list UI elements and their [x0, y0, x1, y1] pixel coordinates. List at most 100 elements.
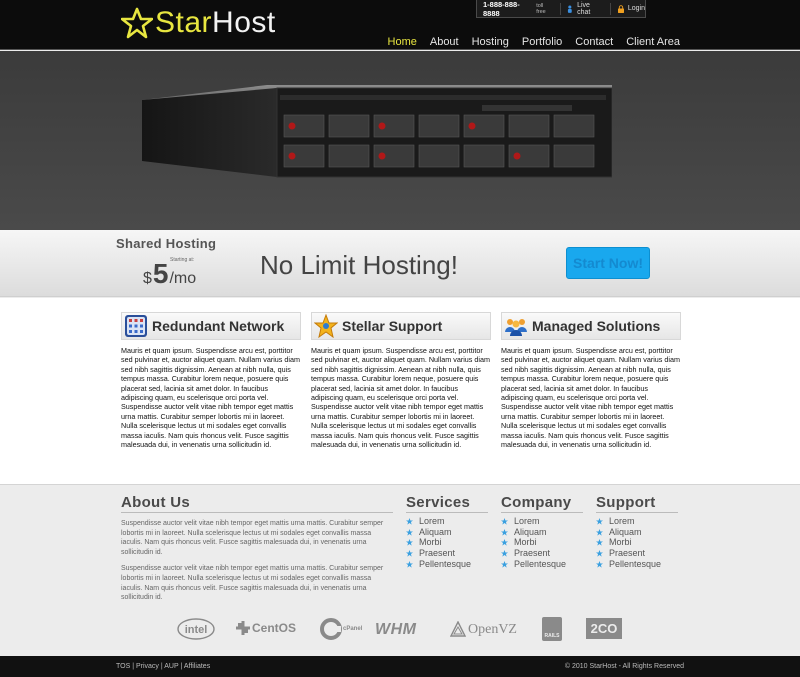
star-logo-icon	[121, 7, 153, 39]
price-period: /mo	[169, 270, 197, 287]
plan-price: $ 5 /mo	[143, 258, 196, 290]
footer-link[interactable]: Lorem	[501, 516, 583, 527]
whm-logo: WHM	[375, 621, 417, 638]
about-paragraph: Suspendisse auctor velit vitae nibh temp…	[121, 565, 384, 602]
footer-link-tos[interactable]: TOS	[116, 663, 130, 670]
column-title: Support	[596, 494, 678, 513]
footer-link[interactable]: Aliquam	[406, 527, 488, 538]
footer-link[interactable]: Aliquam	[596, 527, 678, 538]
bullet-star-icon	[596, 539, 603, 546]
bullet-star-icon	[501, 560, 508, 568]
start-now-button[interactable]: Start Now!	[566, 247, 650, 279]
footer-link-privacy[interactable]: Privacy	[136, 663, 159, 670]
footer-link[interactable]: Praesent	[501, 548, 583, 559]
live-chat-link[interactable]: Live chat	[566, 2, 603, 16]
cpanel-logo: cPanel	[320, 618, 362, 640]
column-title: Services	[406, 494, 488, 513]
footer-link-aup[interactable]: AUP	[164, 663, 178, 670]
bullet-star-icon	[501, 517, 508, 525]
login-label: Login	[627, 5, 645, 12]
toll-free-label: toll free	[536, 2, 546, 15]
login-link[interactable]: Login	[617, 4, 645, 13]
feature-body: Mauris et quam ipsum. Suspendisse arcu e…	[501, 346, 680, 450]
promo-headline: No Limit Hosting!	[260, 250, 458, 280]
footer-link[interactable]: Praesent	[406, 548, 488, 559]
feature-stellar-support: Stellar Support Mauris et quam ipsum. Su…	[311, 312, 491, 449]
bullet-star-icon	[406, 549, 413, 557]
bullet-star-icon	[596, 549, 603, 557]
about-title: About Us	[121, 494, 393, 513]
bullet-star-icon	[501, 528, 508, 536]
footer-link[interactable]: Pellentesque	[501, 559, 583, 570]
centos-logo: CentOS	[236, 621, 296, 635]
server-rack-image	[142, 85, 612, 178]
footer-link[interactable]: Morbi	[596, 537, 678, 548]
footer-link[interactable]: Praesent	[596, 548, 678, 559]
footer-link[interactable]: Morbi	[501, 537, 583, 548]
logo-text: StarHost	[155, 6, 276, 39]
footer-link-affiliates[interactable]: Affiliates	[184, 663, 210, 670]
feature-redundant-network: Redundant Network Mauris et quam ipsum. …	[121, 312, 301, 449]
svg-text:intel: intel	[185, 624, 208, 636]
footer-link[interactable]: Pellentesque	[596, 559, 678, 570]
site-logo[interactable]: StarHost	[121, 6, 276, 40]
footer-link[interactable]: Aliquam	[501, 527, 583, 538]
bullet-star-icon	[406, 560, 413, 568]
price-amount: 5	[152, 258, 169, 289]
bullet-star-icon	[501, 549, 508, 557]
partner-logos: intel CentOS cPanel WHM OpenVZ RAILS 2CO	[176, 615, 626, 643]
main-nav: Home About Hosting Portfolio Contact Cli…	[388, 36, 680, 48]
lock-icon	[617, 4, 624, 13]
person-chat-icon	[568, 5, 573, 13]
price-currency: $	[143, 270, 152, 287]
2co-logo: 2CO	[586, 618, 622, 639]
phone-number: 1-888-888-8888	[483, 0, 520, 18]
bullet-star-icon	[406, 539, 413, 546]
footer-link[interactable]: Lorem	[596, 516, 678, 527]
nav-item-contact[interactable]: Contact	[575, 36, 613, 48]
feature-header: Stellar Support	[311, 312, 491, 340]
star-support-icon	[314, 314, 338, 338]
footer-link[interactable]: Lorem	[406, 516, 488, 527]
feature-managed-solutions: Managed Solutions Mauris et quam ipsum. …	[501, 312, 681, 449]
feature-title: Stellar Support	[342, 318, 443, 334]
bullet-star-icon	[406, 528, 413, 536]
openvz-logo: OpenVZ	[450, 621, 517, 639]
services-column: Services Lorem Aliquam Morbi Praesent Pe…	[406, 494, 488, 570]
feature-body: Mauris et quam ipsum. Suspendisse arcu e…	[311, 346, 490, 450]
network-grid-icon	[125, 315, 147, 337]
site-footer: TOS | Privacy | AUP | Affiliates © 2010 …	[0, 656, 800, 677]
nav-item-portfolio[interactable]: Portfolio	[522, 36, 562, 48]
divider	[559, 2, 561, 15]
bullet-star-icon	[501, 539, 508, 546]
site-header: StarHost 1-888-888-8888 toll free Live c…	[0, 0, 800, 50]
cpanel-mark-icon	[320, 618, 342, 640]
footer-link[interactable]: Morbi	[406, 537, 488, 548]
footer-links: TOS | Privacy | AUP | Affiliates	[116, 663, 211, 670]
about-us: About Us Suspendisse auctor velit vitae …	[121, 494, 393, 603]
bullet-star-icon	[596, 528, 603, 536]
bullet-star-icon	[406, 517, 413, 525]
support-column: Support Lorem Aliquam Morbi Praesent Pel…	[596, 494, 678, 570]
intel-logo: intel	[177, 618, 215, 640]
users-group-icon	[505, 319, 527, 336]
openvz-mark-icon	[450, 621, 466, 637]
feature-title: Managed Solutions	[532, 318, 661, 334]
feature-header: Redundant Network	[121, 312, 301, 340]
hero-banner	[0, 51, 800, 230]
feature-header: Managed Solutions	[501, 312, 681, 340]
bullet-star-icon	[596, 560, 603, 568]
column-title: Company	[501, 494, 583, 513]
top-utility-bar: 1-888-888-8888 toll free Live chat Login	[476, 0, 646, 18]
nav-item-client-area[interactable]: Client Area	[626, 36, 680, 48]
plan-name: Shared Hosting	[116, 236, 217, 251]
footer-link[interactable]: Pellentesque	[406, 559, 488, 570]
divider	[609, 2, 611, 15]
about-paragraph: Suspendisse auctor velit vitae nibh temp…	[121, 520, 384, 556]
nav-item-about[interactable]: About	[430, 36, 459, 48]
feature-body: Mauris et quam ipsum. Suspendisse arcu e…	[121, 346, 300, 450]
nav-item-hosting[interactable]: Hosting	[472, 36, 509, 48]
nav-item-home[interactable]: Home	[388, 36, 417, 48]
feature-title: Redundant Network	[152, 318, 285, 334]
rails-logo: RAILS	[542, 617, 562, 641]
